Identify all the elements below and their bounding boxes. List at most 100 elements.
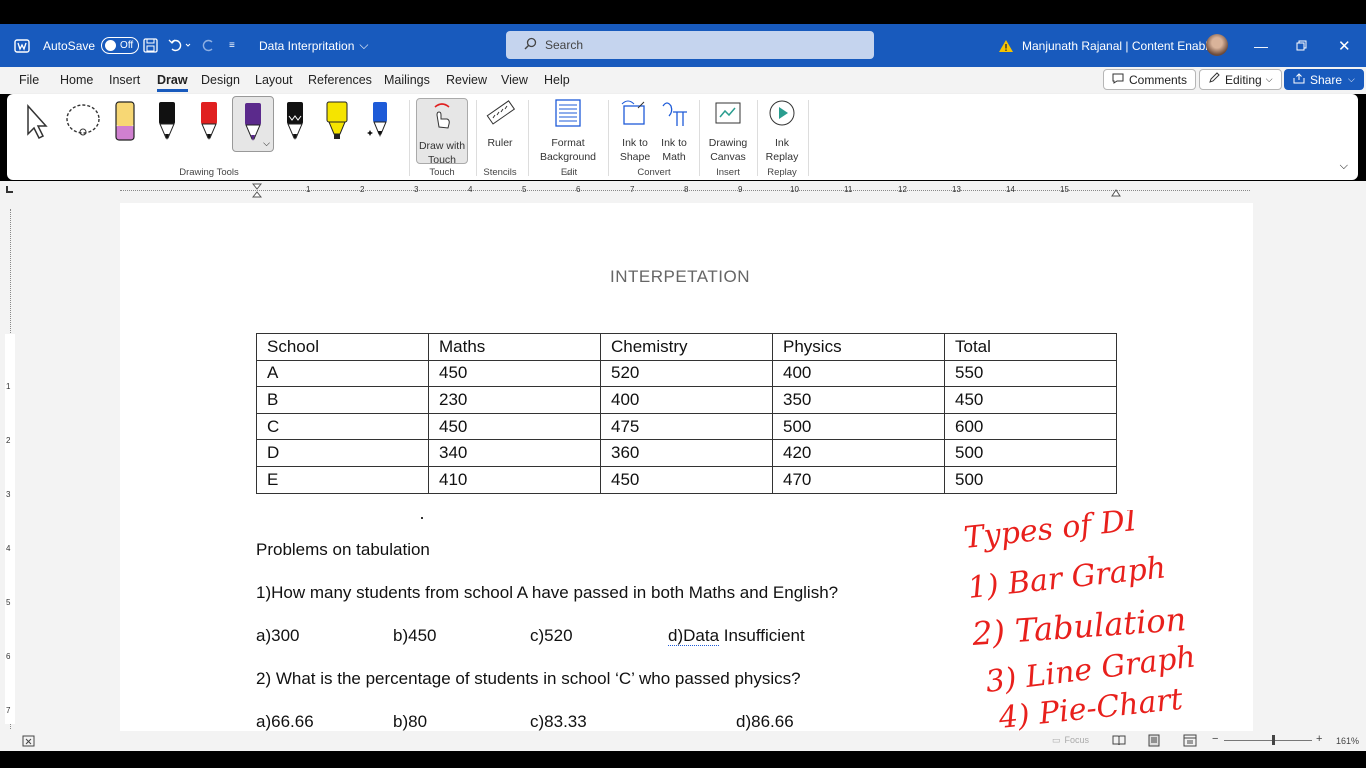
tab-references[interactable]: References xyxy=(308,73,372,87)
collapse-ribbon-icon[interactable]: ⌵ xyxy=(1340,160,1348,173)
lasso-select-icon[interactable] xyxy=(63,102,105,147)
table-cell[interactable]: E xyxy=(256,465,429,494)
table-cell[interactable]: 500 xyxy=(944,465,1117,494)
ink-to-math-button[interactable]: Ink to Math xyxy=(656,98,692,164)
draw-with-touch-button[interactable]: Draw with Touch xyxy=(416,98,468,166)
pen-black-icon[interactable] xyxy=(155,100,179,142)
table-cell[interactable]: 360 xyxy=(600,439,773,467)
table-cell[interactable]: 500 xyxy=(772,412,945,441)
customize-toolbar-icon[interactable]: ≡ xyxy=(229,24,235,67)
redo-icon[interactable] xyxy=(201,24,217,67)
share-button[interactable]: Share ⌵ xyxy=(1284,69,1364,90)
focus-button[interactable]: ▭ Focus xyxy=(1052,735,1089,746)
table-cell[interactable]: 410 xyxy=(428,465,601,494)
ruler-number: 14 xyxy=(1006,185,1015,194)
pen-galaxy-icon[interactable] xyxy=(283,100,307,142)
horizontal-ruler[interactable]: 1 2 3 4 5 6 7 8 9 10 11 12 13 14 15 xyxy=(0,182,1366,199)
avatar[interactable] xyxy=(1206,34,1228,56)
accessibility-icon[interactable] xyxy=(22,735,35,749)
autosave-toggle[interactable]: AutoSave Off xyxy=(43,24,140,67)
tab-design[interactable]: Design xyxy=(201,73,240,87)
read-mode-icon[interactable] xyxy=(1112,734,1126,748)
table-cell[interactable]: 340 xyxy=(428,439,601,467)
ribbon: ⌵ Drawing Tools Draw with Touch Touch Ru… xyxy=(7,94,1358,180)
vertical-ruler[interactable]: 1 2 3 4 5 6 7 xyxy=(0,199,22,731)
table-cell[interactable]: 550 xyxy=(944,359,1117,388)
user-name[interactable]: Manjunath Rajanal | Content Enablers xyxy=(1022,24,1225,67)
ink-replay-label-1: Ink xyxy=(774,137,789,149)
tab-selector-icon[interactable] xyxy=(6,186,13,193)
tab-review[interactable]: Review xyxy=(446,73,487,87)
zoom-out-icon[interactable]: − xyxy=(1212,733,1218,745)
tab-insert[interactable]: Insert xyxy=(109,73,140,87)
tab-layout[interactable]: Layout xyxy=(255,73,293,87)
comments-button[interactable]: Comments xyxy=(1103,69,1197,90)
drawing-canvas-button[interactable]: Drawing Canvas xyxy=(707,98,749,164)
chevron-down-icon[interactable]: ⌵ xyxy=(263,138,270,149)
pen-purple-selected[interactable]: ⌵ xyxy=(232,96,274,152)
table-header-cell[interactable]: Physics xyxy=(772,333,945,361)
indent-marker-icon[interactable] xyxy=(251,183,263,201)
table-cell[interactable]: 450 xyxy=(600,465,773,494)
table-cell[interactable]: 450 xyxy=(944,386,1117,414)
tab-draw[interactable]: Draw xyxy=(157,73,188,92)
web-layout-icon[interactable] xyxy=(1183,734,1197,749)
table-cell[interactable]: 450 xyxy=(428,359,601,388)
table-cell[interactable]: 420 xyxy=(772,439,945,467)
zoom-slider-thumb[interactable] xyxy=(1272,735,1275,745)
table-cell[interactable]: 520 xyxy=(600,359,773,388)
pencil-pen-icon[interactable] xyxy=(113,100,137,142)
ink-replay-button[interactable]: Ink Replay xyxy=(762,98,802,164)
table-cell[interactable]: 400 xyxy=(600,386,773,414)
table-header-cell[interactable]: Chemistry xyxy=(600,333,773,361)
table-cell[interactable]: 450 xyxy=(428,412,601,441)
ink-to-shape-button[interactable]: Ink to Shape xyxy=(617,98,653,164)
zoom-slider[interactable] xyxy=(1224,735,1312,745)
table-cell[interactable]: 230 xyxy=(428,386,601,414)
autosave-switch[interactable]: Off xyxy=(101,37,140,54)
highlighter-yellow-icon[interactable] xyxy=(325,100,349,142)
zoom-level[interactable]: 161% xyxy=(1336,736,1359,746)
table-header-cell[interactable]: Maths xyxy=(428,333,601,361)
tab-view[interactable]: View xyxy=(501,73,528,87)
table-cell[interactable]: 350 xyxy=(772,386,945,414)
close-icon[interactable]: ✕ xyxy=(1338,24,1351,67)
word-app-icon[interactable] xyxy=(14,24,30,67)
warning-icon[interactable] xyxy=(998,24,1014,67)
tab-file[interactable]: File xyxy=(19,73,39,87)
ruler-number: 15 xyxy=(1060,185,1069,194)
table-cell[interactable]: 400 xyxy=(772,359,945,388)
pen-blue-sparkle-icon[interactable] xyxy=(367,100,391,142)
q1-option-d: d)Data Insufficient xyxy=(668,626,805,646)
ink-annotation[interactable]: Types of DI 1) Bar Graph 2) Tabulation 3… xyxy=(955,510,1235,735)
table-cell[interactable]: 600 xyxy=(944,412,1117,441)
right-indent-marker-icon[interactable] xyxy=(1111,189,1121,199)
tab-home[interactable]: Home xyxy=(60,73,93,87)
tab-help[interactable]: Help xyxy=(544,73,570,87)
zoom-in-icon[interactable]: + xyxy=(1316,733,1322,745)
print-layout-icon[interactable] xyxy=(1148,734,1160,749)
group-label-edit: Edit xyxy=(560,167,578,178)
table-cell[interactable]: B xyxy=(256,386,429,414)
editing-mode-button[interactable]: Editing ⌵ xyxy=(1199,69,1282,90)
pen-red-icon[interactable] xyxy=(197,100,221,142)
restore-icon[interactable] xyxy=(1296,24,1307,67)
ruler-button[interactable]: Ruler xyxy=(482,98,518,150)
select-arrow-icon[interactable] xyxy=(25,104,51,145)
document-name[interactable]: Data Interpritation ⌵ xyxy=(259,24,369,67)
table-cell[interactable]: 470 xyxy=(772,465,945,494)
ribbon-separator xyxy=(757,100,758,176)
minimize-icon[interactable]: — xyxy=(1254,24,1268,67)
table-header-cell[interactable]: Total xyxy=(944,333,1117,361)
table-cell[interactable]: C xyxy=(256,412,429,441)
table-cell[interactable]: 500 xyxy=(944,439,1117,467)
search-input[interactable]: Search xyxy=(506,31,874,59)
table-cell[interactable]: D xyxy=(256,439,429,467)
save-icon[interactable] xyxy=(143,24,158,67)
table-cell[interactable]: A xyxy=(256,359,429,388)
tab-mailings[interactable]: Mailings xyxy=(384,73,430,87)
table-cell[interactable]: 475 xyxy=(600,412,773,441)
ink-to-shape-icon xyxy=(621,100,645,125)
undo-icon[interactable] xyxy=(167,24,191,67)
table-header-cell[interactable]: School xyxy=(256,333,429,361)
